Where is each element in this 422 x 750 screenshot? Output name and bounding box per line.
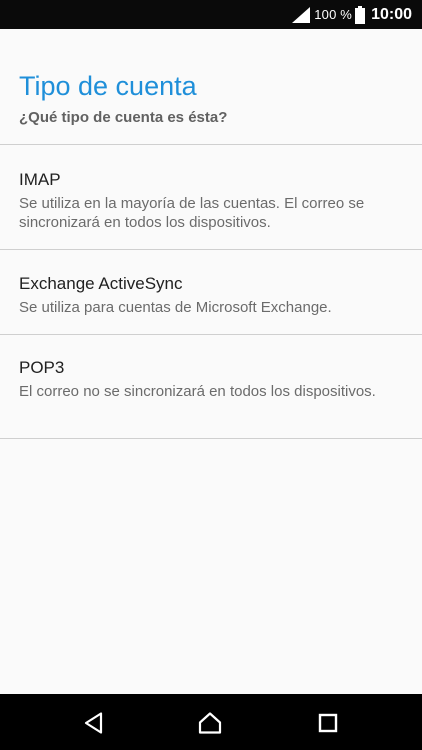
option-title: POP3 [19, 358, 65, 377]
battery-icon [355, 5, 366, 24]
option-pop3[interactable]: POP3 El correo no se sincronizará en tod… [0, 335, 422, 438]
back-icon[interactable] [82, 711, 106, 735]
page-subtitle: ¿Qué tipo de cuenta es ésta? [19, 109, 228, 126]
signal-icon [292, 6, 311, 23]
header: Tipo de cuenta ¿Qué tipo de cuenta es és… [19, 70, 409, 127]
status-bar: 100 % 10:00 [0, 0, 422, 29]
clock: 10:00 [371, 5, 412, 23]
option-title: IMAP [19, 170, 61, 189]
option-title: Exchange ActiveSync [19, 274, 183, 293]
option-description: Se utiliza para cuentas de Microsoft Exc… [19, 299, 332, 316]
option-description: Se utiliza en la mayoría de las cuentas.… [19, 195, 365, 231]
divider [0, 438, 422, 439]
page-title: Tipo de cuenta [19, 71, 197, 101]
recents-icon[interactable] [316, 711, 340, 735]
option-exchange-activesync[interactable]: Exchange ActiveSync Se utiliza para cuen… [0, 250, 422, 334]
option-description: El correo no se sincronizará en todos lo… [19, 383, 376, 400]
option-imap[interactable]: IMAP Se utiliza en la mayoría de las cue… [0, 145, 422, 249]
navigation-bar [0, 694, 422, 750]
account-type-list: IMAP Se utiliza en la mayoría de las cue… [0, 144, 422, 439]
home-icon[interactable] [198, 711, 222, 735]
screen: 100 % 10:00 Tipo de cuenta ¿Qué tipo de … [0, 0, 422, 750]
battery-percent: 100 % [314, 7, 353, 22]
